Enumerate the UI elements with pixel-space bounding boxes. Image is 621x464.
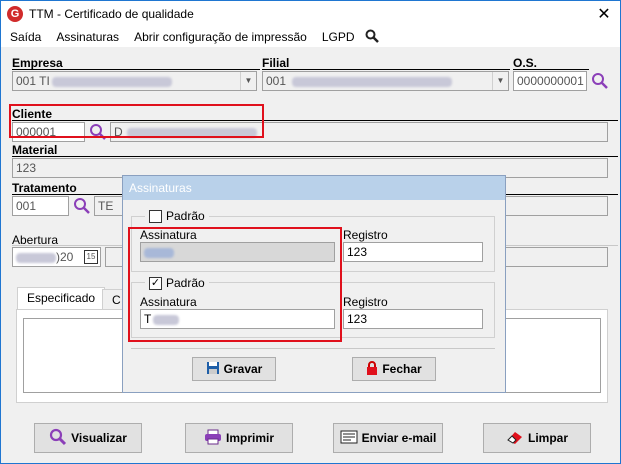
registro-1-input[interactable]: 123 xyxy=(343,242,483,262)
visualizar-label: Visualizar xyxy=(71,431,127,445)
material-underline xyxy=(12,156,618,157)
tratamento-label: Tratamento xyxy=(12,181,77,195)
filial-combo[interactable]: 001 ▼ xyxy=(262,71,509,91)
empresa-value: 001 TI xyxy=(16,74,50,88)
redacted-text xyxy=(51,76,172,87)
registro-2-label: Registro xyxy=(343,295,388,309)
registro-1-label: Registro xyxy=(343,228,388,242)
gravar-label: Gravar xyxy=(223,362,263,376)
padrao-1-wrapper: Padrão xyxy=(145,209,209,223)
limpar-label: Limpar xyxy=(527,431,568,445)
magnifier-icon xyxy=(49,428,67,449)
close-icon[interactable]: ✕ xyxy=(594,4,614,24)
dialog-title: Assinaturas xyxy=(123,176,505,200)
printer-icon xyxy=(204,429,222,448)
menu-lgpd[interactable]: LGPD xyxy=(322,30,355,44)
window-title: TTM - Certificado de qualidade xyxy=(29,7,194,21)
menu-saida[interactable]: Saída xyxy=(10,30,41,44)
gravar-button[interactable]: Gravar xyxy=(192,357,276,381)
chevron-down-icon[interactable]: ▼ xyxy=(240,72,256,90)
imprimir-label: Imprimir xyxy=(225,431,274,445)
highlight-cliente xyxy=(9,104,264,138)
filial-value: 001 xyxy=(266,74,287,88)
highlight-assinaturas xyxy=(128,227,342,342)
material-label: Material xyxy=(12,143,58,157)
menu-assinaturas[interactable]: Assinaturas xyxy=(56,30,119,44)
os-search-icon[interactable] xyxy=(591,72,609,90)
padrao-1-checkbox[interactable] xyxy=(149,209,162,223)
visualizar-button[interactable]: Visualizar xyxy=(34,423,142,453)
padrao-1-label: Padrão xyxy=(166,209,205,223)
fechar-label: Fechar xyxy=(382,362,422,376)
calendar-icon[interactable]: 15 xyxy=(84,250,98,264)
imprimir-button[interactable]: Imprimir xyxy=(185,423,293,453)
lock-icon xyxy=(366,360,378,378)
os-input[interactable]: 0000000001 xyxy=(513,71,587,91)
chevron-down-icon[interactable]: ▼ xyxy=(492,72,508,90)
search-icon[interactable] xyxy=(365,29,381,45)
empresa-label: Empresa xyxy=(12,56,63,70)
tratamento-search-icon[interactable] xyxy=(73,197,91,215)
empresa-underline xyxy=(12,69,260,70)
redacted-text xyxy=(16,252,56,263)
app-icon: G xyxy=(7,6,23,22)
title-bar: G TTM - Certificado de qualidade ✕ xyxy=(1,1,620,27)
limpar-button[interactable]: Limpar xyxy=(483,423,591,453)
eraser-icon xyxy=(506,429,524,448)
os-label: O.S. xyxy=(513,56,538,70)
redacted-text xyxy=(292,76,453,87)
tratamento-code-input[interactable]: 001 xyxy=(12,196,69,216)
enviar-email-button[interactable]: Enviar e-mail xyxy=(333,423,443,453)
dialog-divider xyxy=(131,348,495,349)
menu-bar: Saída Assinaturas Abrir configuração de … xyxy=(1,27,620,47)
tratamento-name-value: TE xyxy=(98,199,114,213)
main-window: G TTM - Certificado de qualidade ✕ Saída… xyxy=(0,0,621,464)
enviar-email-label: Enviar e-mail xyxy=(361,431,437,445)
floppy-disk-icon xyxy=(206,361,220,378)
form-area: Empresa 001 TI ▼ Filial 001 ▼ O.S. 00000… xyxy=(2,47,619,463)
registro-2-input[interactable]: 123 xyxy=(343,309,483,329)
empresa-combo[interactable]: 001 TI ▼ xyxy=(12,71,257,91)
assinaturas-dialog: Assinaturas Padrão Assinatura Registro 1… xyxy=(122,175,506,393)
os-underline xyxy=(513,69,589,70)
abertura-date-input[interactable]: )20 15 xyxy=(12,247,101,267)
menu-abrir-configuracao[interactable]: Abrir configuração de impressão xyxy=(134,30,307,44)
tab-especificado[interactable]: Especificado xyxy=(17,287,106,309)
abertura-date-value: )20 xyxy=(56,250,74,264)
filial-underline xyxy=(262,69,510,70)
filial-label: Filial xyxy=(262,56,290,70)
fechar-button[interactable]: Fechar xyxy=(352,357,436,381)
email-icon xyxy=(340,429,358,448)
